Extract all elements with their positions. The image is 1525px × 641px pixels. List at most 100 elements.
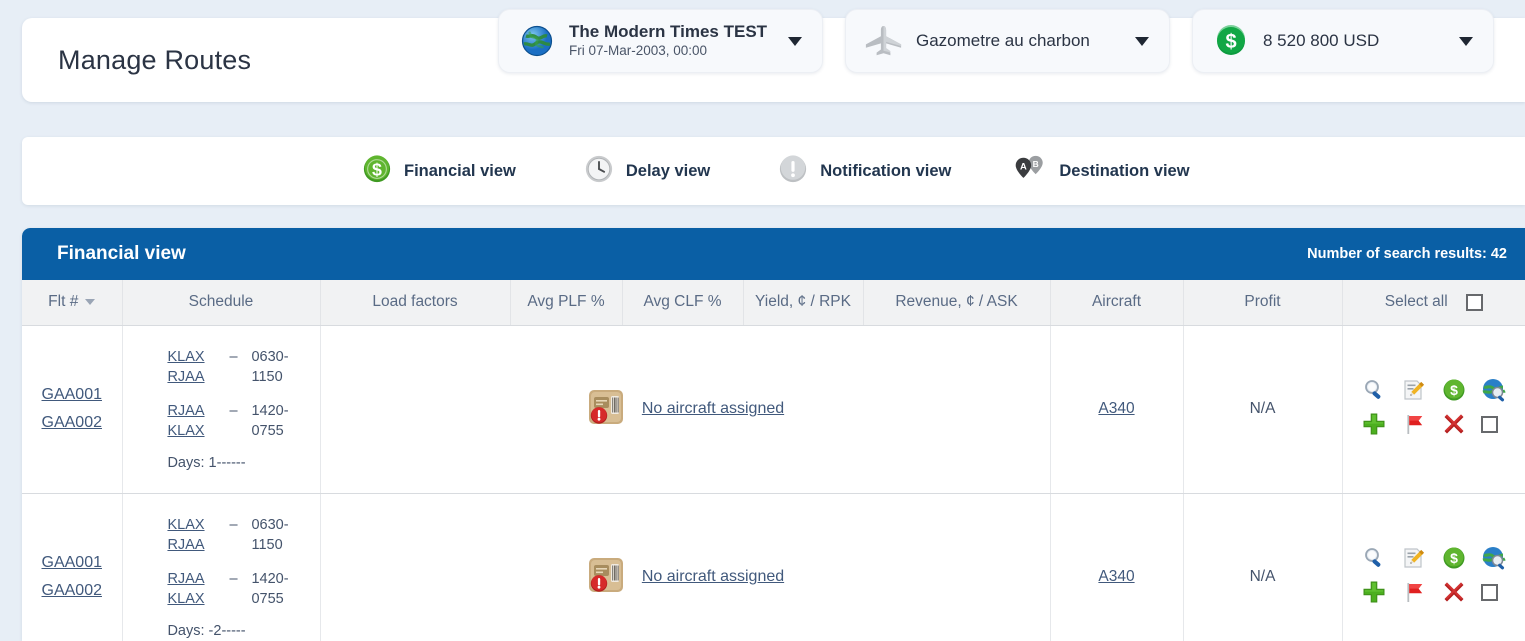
- balance-selector[interactable]: $ 8 520 800 USD: [1192, 9, 1494, 73]
- col-flight-number-label: Flt #: [48, 293, 79, 311]
- leg-destination-link[interactable]: KLAX: [167, 591, 204, 607]
- svg-text:$: $: [1450, 382, 1458, 398]
- cell-load-factors: No aircraft assigned: [320, 493, 1051, 641]
- world-selector[interactable]: The Modern Times TEST Fri 07-Mar-2003, 0…: [498, 9, 823, 73]
- routes-table: Flt # Schedule Load factors Avg PLF % Av…: [22, 280, 1525, 641]
- flag-route-icon[interactable]: [1401, 579, 1427, 605]
- balance-amount: 8 520 800 USD: [1263, 31, 1380, 50]
- row-select-checkbox[interactable]: [1480, 583, 1498, 601]
- col-revenue[interactable]: Revenue, ¢ / ASK: [863, 280, 1051, 326]
- add-route-icon[interactable]: [1361, 579, 1387, 605]
- schedule-leg: RJAA KLAX – 1420- 0755: [167, 401, 288, 441]
- dollar-coin-icon: $: [362, 154, 392, 189]
- cell-profit: N/A: [1183, 325, 1343, 494]
- airline-name: Gazometre au charbon: [916, 31, 1090, 50]
- col-avg-clf[interactable]: Avg CLF %: [622, 280, 744, 326]
- row-select-checkbox[interactable]: [1480, 415, 1498, 433]
- ticket-error-icon: [586, 555, 626, 600]
- chevron-down-icon[interactable]: [1135, 36, 1149, 46]
- col-aircraft[interactable]: Aircraft: [1050, 280, 1184, 326]
- financials-icon[interactable]: $: [1441, 377, 1467, 403]
- leg-origin-link[interactable]: RJAA: [167, 403, 204, 419]
- col-flight-number[interactable]: Flt #: [22, 280, 123, 326]
- leg-dash: –: [229, 570, 238, 587]
- panel-title: Financial view: [57, 243, 186, 264]
- cell-actions: $: [1342, 493, 1525, 641]
- svg-text:B: B: [1033, 159, 1039, 169]
- leg-dash: –: [229, 516, 238, 533]
- cell-aircraft: A340: [1050, 493, 1184, 641]
- leg-destination-link[interactable]: RJAA: [167, 369, 204, 385]
- chevron-down-icon[interactable]: [788, 36, 802, 46]
- cell-aircraft: A340: [1050, 325, 1184, 494]
- tab-notification-view[interactable]: Notification view: [778, 154, 951, 189]
- delete-route-icon[interactable]: [1441, 579, 1467, 605]
- leg-times: 1420- 0755: [251, 570, 289, 607]
- financial-view-panel: Financial view Number of search results:…: [22, 228, 1525, 641]
- select-all-checkbox[interactable]: [1465, 293, 1483, 311]
- aircraft-link[interactable]: A340: [1098, 568, 1134, 585]
- no-aircraft-assigned-link[interactable]: No aircraft assigned: [642, 400, 784, 418]
- tab-delay-view-label: Delay view: [625, 161, 711, 180]
- flag-route-icon[interactable]: [1401, 411, 1427, 437]
- exclamation-circle-icon: [778, 154, 808, 189]
- svg-text:A: A: [1020, 160, 1027, 171]
- schedule-leg: KLAX RJAA – 0630- 1150: [167, 347, 288, 387]
- col-select-all: Select all: [1342, 280, 1525, 326]
- tab-delay-view[interactable]: Delay view: [584, 154, 710, 189]
- leg-origin-link[interactable]: KLAX: [167, 517, 204, 533]
- ticket-error-icon: [586, 387, 626, 432]
- col-profit[interactable]: Profit: [1183, 280, 1343, 326]
- tab-notification-view-label: Notification view: [820, 161, 952, 180]
- tab-destination-view-label: Destination view: [1059, 161, 1190, 180]
- cell-flight-number: GAA001 GAA002: [22, 325, 123, 494]
- panel-header: Financial view Number of search results:…: [22, 228, 1525, 280]
- cell-schedule: KLAX RJAA – 0630- 1150 RJAA KLAX – 1420-…: [122, 493, 321, 641]
- leg-origin-link[interactable]: RJAA: [167, 571, 204, 587]
- col-schedule[interactable]: Schedule: [122, 280, 321, 326]
- view-tabs-bar: $ Financial view Delay view Notification…: [22, 137, 1525, 205]
- view-route-icon[interactable]: [1361, 377, 1387, 403]
- flight-number-link-1[interactable]: GAA001: [22, 381, 122, 409]
- no-aircraft-assigned-link[interactable]: No aircraft assigned: [642, 568, 784, 586]
- svg-text:$: $: [1450, 550, 1458, 566]
- airline-selector[interactable]: Gazometre au charbon: [845, 9, 1170, 73]
- chevron-down-icon[interactable]: [1459, 36, 1473, 46]
- leg-times: 0630- 1150: [251, 516, 289, 553]
- financials-icon[interactable]: $: [1441, 545, 1467, 571]
- cell-actions: $: [1342, 325, 1525, 494]
- add-route-icon[interactable]: [1361, 411, 1387, 437]
- cell-load-factors: No aircraft assigned: [320, 325, 1051, 494]
- cell-schedule: KLAX RJAA – 0630- 1150 RJAA KLAX – 1420-…: [122, 325, 321, 494]
- col-load-factors[interactable]: Load factors: [320, 280, 511, 326]
- tab-destination-view[interactable]: B A Destination view: [1013, 153, 1190, 190]
- flight-number-link-1[interactable]: GAA001: [22, 549, 122, 577]
- leg-origin-link[interactable]: KLAX: [167, 349, 204, 365]
- aircraft-link[interactable]: A340: [1098, 400, 1134, 417]
- clock-icon: [584, 154, 614, 189]
- cell-profit: N/A: [1183, 493, 1343, 641]
- tab-financial-view[interactable]: $ Financial view: [362, 154, 516, 189]
- delete-route-icon[interactable]: [1441, 411, 1467, 437]
- col-yield[interactable]: Yield, ¢ / RPK: [743, 280, 864, 326]
- flight-number-link-2[interactable]: GAA002: [22, 409, 122, 437]
- flight-number-link-2[interactable]: GAA002: [22, 577, 122, 605]
- col-avg-plf[interactable]: Avg PLF %: [510, 280, 623, 326]
- view-route-icon[interactable]: [1361, 545, 1387, 571]
- schedule-leg: RJAA KLAX – 1420- 0755: [167, 569, 288, 609]
- sort-desc-icon[interactable]: [85, 299, 96, 306]
- edit-route-icon[interactable]: [1401, 545, 1427, 571]
- leg-destination-link[interactable]: RJAA: [167, 537, 204, 553]
- world-name: The Modern Times TEST: [569, 22, 768, 41]
- globe-search-icon[interactable]: [1481, 545, 1507, 571]
- edit-route-icon[interactable]: [1401, 377, 1427, 403]
- schedule-days: Days: -2-----: [167, 622, 246, 639]
- cell-flight-number: GAA001 GAA002: [22, 493, 123, 641]
- leg-destination-link[interactable]: KLAX: [167, 423, 204, 439]
- table-row: GAA001 GAA002 KLAX RJAA – 0630- 1150 RJA…: [22, 493, 1525, 641]
- globe-search-icon[interactable]: [1481, 377, 1507, 403]
- leg-times: 1420- 0755: [251, 402, 289, 439]
- table-header-row: Flt # Schedule Load factors Avg PLF % Av…: [22, 280, 1525, 326]
- leg-times: 0630- 1150: [251, 348, 289, 385]
- schedule-days: Days: 1------: [167, 454, 246, 471]
